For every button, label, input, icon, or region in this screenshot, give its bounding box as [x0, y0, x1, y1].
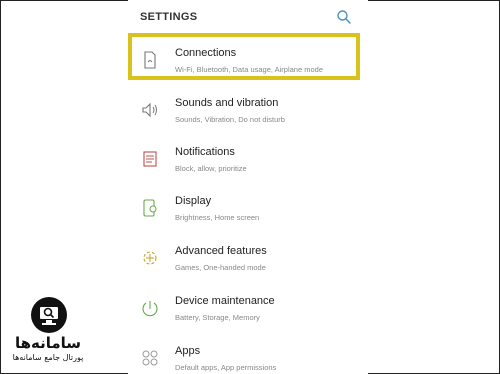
sound-icon [140, 100, 160, 120]
settings-item-label: Sounds and vibration [175, 97, 279, 109]
display-icon [140, 198, 160, 218]
apps-icon [140, 348, 160, 368]
settings-item-label: Apps [175, 345, 201, 357]
settings-item-label: Display [175, 195, 212, 207]
settings-item-advanced-features[interactable]: Advanced features Games, One-handed mode [128, 235, 368, 285]
settings-item-apps[interactable]: Apps Default apps, App permissions [128, 335, 368, 374]
settings-item-subtitle: Battery, Storage, Memory [175, 313, 260, 322]
settings-item-label: Device maintenance [175, 295, 275, 307]
settings-item-subtitle: Default apps, App permissions [175, 363, 277, 372]
watermark-subtitle: پورتال جامع سامانه‌ها [12, 353, 84, 362]
search-icon[interactable] [336, 9, 352, 25]
settings-item-subtitle: Sounds, Vibration, Do not disturb [175, 115, 285, 124]
device-maintenance-icon [140, 298, 160, 318]
settings-item-subtitle: Brightness, Home screen [175, 213, 260, 222]
notifications-icon [140, 149, 160, 169]
settings-header: SETTINGS [128, 0, 368, 34]
settings-item-label: Advanced features [175, 245, 267, 257]
highlight-box [128, 33, 360, 80]
settings-item-sounds[interactable]: Sounds and vibration Sounds, Vibration, … [128, 87, 368, 137]
watermark-title: سامانه‌ها [14, 334, 82, 352]
advanced-features-icon [140, 248, 160, 268]
settings-item-subtitle: Block, allow, prioritize [175, 164, 247, 173]
watermark-logo-icon [30, 296, 68, 334]
settings-item-notifications[interactable]: Notifications Block, allow, prioritize [128, 136, 368, 186]
settings-item-display[interactable]: Display Brightness, Home screen [128, 185, 368, 235]
page-title: SETTINGS [140, 11, 198, 23]
settings-item-label: Notifications [175, 146, 235, 158]
settings-item-subtitle: Games, One-handed mode [175, 263, 266, 272]
settings-item-device-maintenance[interactable]: Device maintenance Battery, Storage, Mem… [128, 285, 368, 335]
watermark: سامانه‌ها پورتال جامع سامانه‌ها [6, 296, 90, 368]
